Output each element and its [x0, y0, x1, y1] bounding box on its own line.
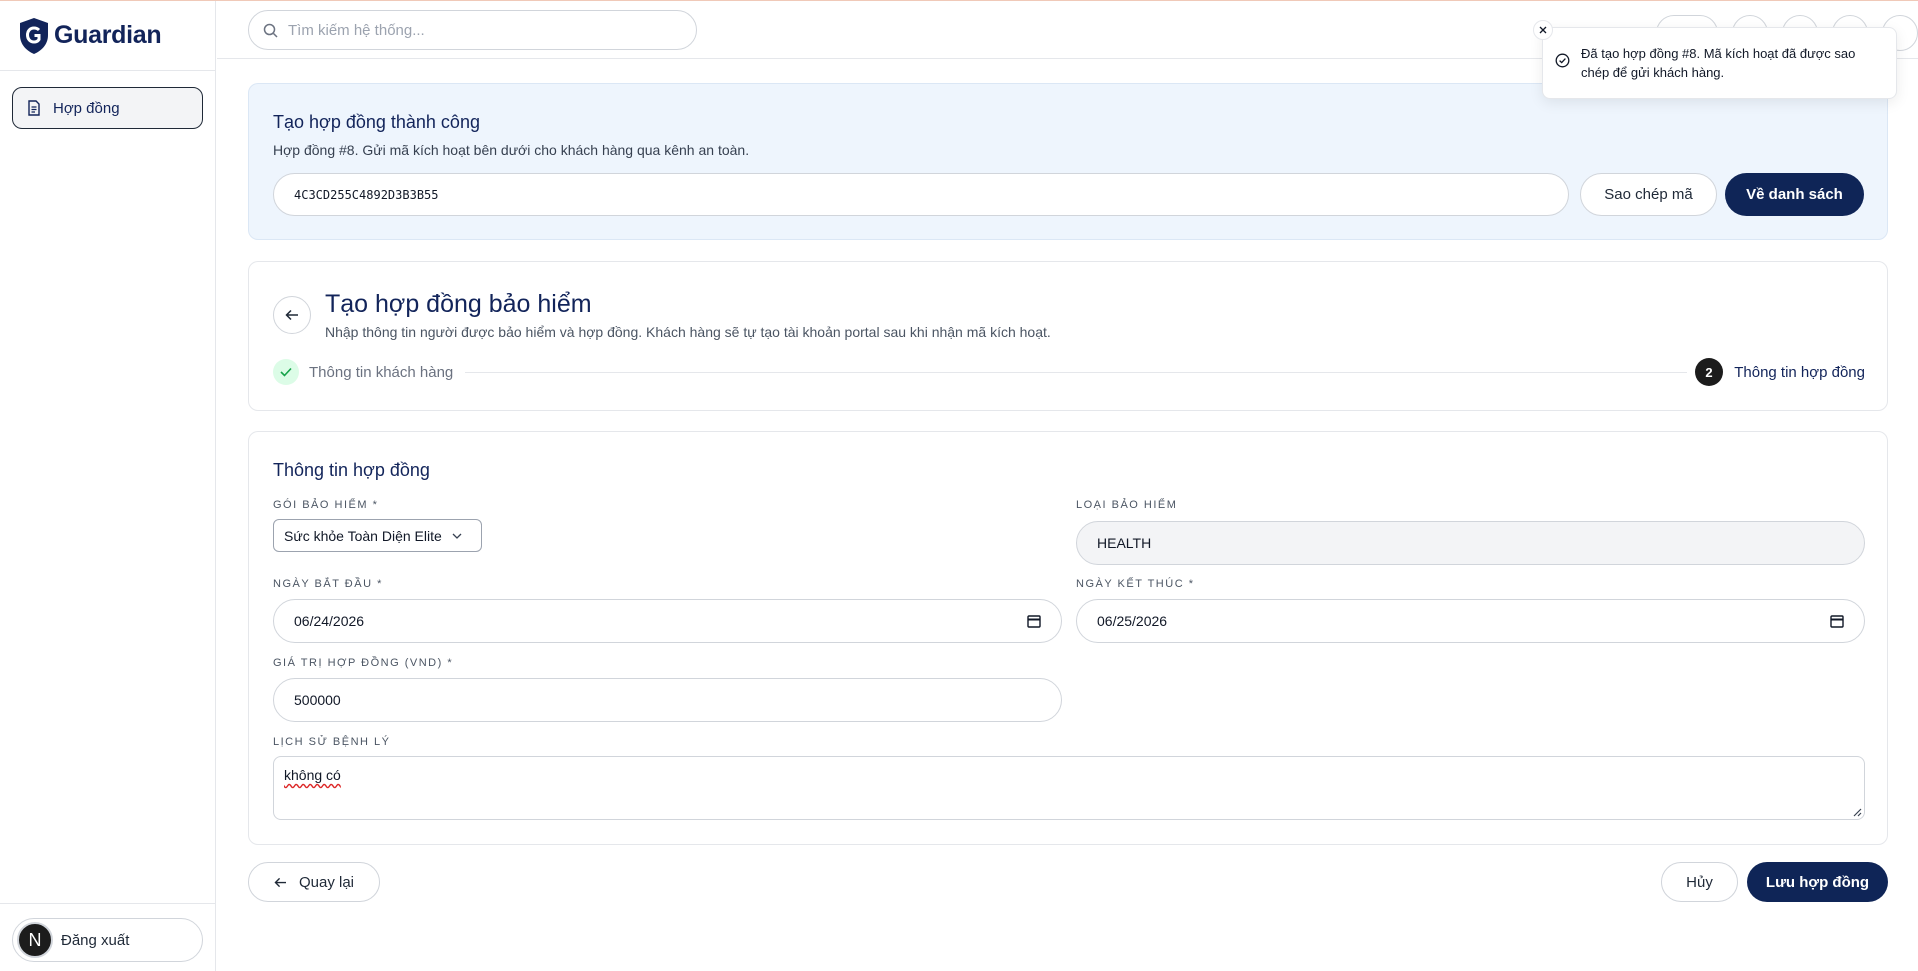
resize-handle-icon[interactable]	[1852, 807, 1862, 817]
insurance-type-value: HEALTH	[1097, 535, 1152, 551]
search-input[interactable]: Tìm kiếm hệ thống...	[248, 10, 697, 50]
sidebar: Guardian Hợp đồng N Đăng xuất	[0, 1, 216, 971]
contract-value-value: 500000	[294, 692, 341, 708]
start-date-input[interactable]: 06/24/2026	[273, 599, 1062, 643]
brand[interactable]: Guardian	[0, 1, 215, 71]
package-label: GÓI BẢO HIỂM *	[273, 499, 379, 511]
start-date-label: NGÀY BẮT ĐẦU *	[273, 578, 383, 590]
logout-button[interactable]: N Đăng xuất	[12, 918, 203, 962]
contract-value-input[interactable]: 500000	[273, 678, 1062, 722]
check-icon	[280, 367, 292, 377]
toast-message: Đã tạo hợp đồng #8. Mã kích hoạt đã được…	[1581, 46, 1856, 80]
page-header-card: Tạo hợp đồng bảo hiểm Nhập thông tin ngư…	[248, 261, 1888, 411]
step-customer-info[interactable]: Thông tin khách hàng	[309, 364, 453, 381]
step-done-indicator	[273, 359, 299, 385]
step-connector	[465, 372, 1687, 373]
back-button[interactable]	[273, 296, 311, 334]
back-to-list-button[interactable]: Về danh sách	[1725, 173, 1864, 216]
document-icon	[28, 100, 40, 116]
end-date-value: 06/25/2026	[1097, 613, 1168, 629]
medical-history-label: LỊCH SỬ BỆNH LÝ	[273, 736, 391, 748]
success-title: Tạo hợp đồng thành công	[273, 112, 480, 132]
insurance-type-field: HEALTH	[1076, 521, 1865, 565]
package-value: Sức khỏe Toàn Diện Elite	[284, 527, 442, 544]
search-icon	[263, 23, 278, 38]
toast-close-button[interactable]	[1533, 20, 1553, 40]
end-date-input[interactable]: 06/25/2026	[1076, 599, 1865, 643]
check-circle-icon	[1555, 53, 1570, 68]
medical-history-textarea[interactable]: không có	[273, 756, 1865, 820]
start-date-value: 06/24/2026	[294, 613, 365, 629]
arrow-left-icon	[274, 877, 286, 887]
arrow-left-icon	[285, 309, 298, 321]
sidebar-footer: N Đăng xuất	[0, 903, 216, 971]
insurance-type-label: LOẠI BẢO HIỂM	[1076, 499, 1178, 511]
cancel-button[interactable]: Hủy	[1661, 862, 1738, 902]
calendar-icon[interactable]	[1830, 614, 1844, 628]
save-contract-button[interactable]: Lưu hợp đồng	[1747, 862, 1888, 902]
go-back-button[interactable]: Quay lại	[248, 862, 380, 902]
stepper: Thông tin khách hàng 2 Thông tin hợp đồn…	[273, 358, 1865, 386]
brand-name: Guardian	[54, 21, 162, 49]
logout-label: Đăng xuất	[61, 931, 130, 949]
step-contract-info[interactable]: Thông tin hợp đồng	[1734, 364, 1865, 381]
sidebar-item-contracts[interactable]: Hợp đồng	[12, 87, 203, 129]
contract-form-card: Thông tin hợp đồng GÓI BẢO HIỂM * Sức kh…	[248, 431, 1888, 845]
medical-history-value: không có	[284, 767, 341, 783]
page-subtitle: Nhập thông tin người được bảo hiểm và hợ…	[325, 324, 1051, 340]
chevron-down-icon	[452, 533, 462, 539]
form-title: Thông tin hợp đồng	[273, 460, 430, 480]
copy-code-button[interactable]: Sao chép mã	[1580, 173, 1717, 216]
go-back-label: Quay lại	[298, 873, 355, 891]
contract-value-label: GIÁ TRỊ HỢP ĐỒNG (VND) *	[273, 657, 454, 669]
success-description: Hợp đồng #8. Gửi mã kích hoạt bên dưới c…	[273, 142, 750, 158]
activation-code-field[interactable]: 4C3CD255C4892D3B3B55	[273, 173, 1569, 216]
sidebar-item-label: Hợp đồng	[53, 99, 120, 117]
calendar-icon[interactable]	[1027, 614, 1041, 628]
toast-notification: Đã tạo hợp đồng #8. Mã kích hoạt đã được…	[1542, 27, 1897, 99]
avatar: N	[17, 922, 53, 958]
close-icon	[1539, 26, 1547, 34]
search-placeholder: Tìm kiếm hệ thống...	[288, 21, 425, 39]
success-panel: Tạo hợp đồng thành công Hợp đồng #8. Gửi…	[248, 83, 1888, 240]
guardian-logo-icon	[20, 17, 48, 54]
package-select[interactable]: Sức khỏe Toàn Diện Elite	[273, 519, 482, 552]
page-title: Tạo hợp đồng bảo hiểm	[325, 290, 592, 318]
end-date-label: NGÀY KẾT THÚC *	[1076, 578, 1195, 590]
step-number: 2	[1695, 358, 1723, 386]
